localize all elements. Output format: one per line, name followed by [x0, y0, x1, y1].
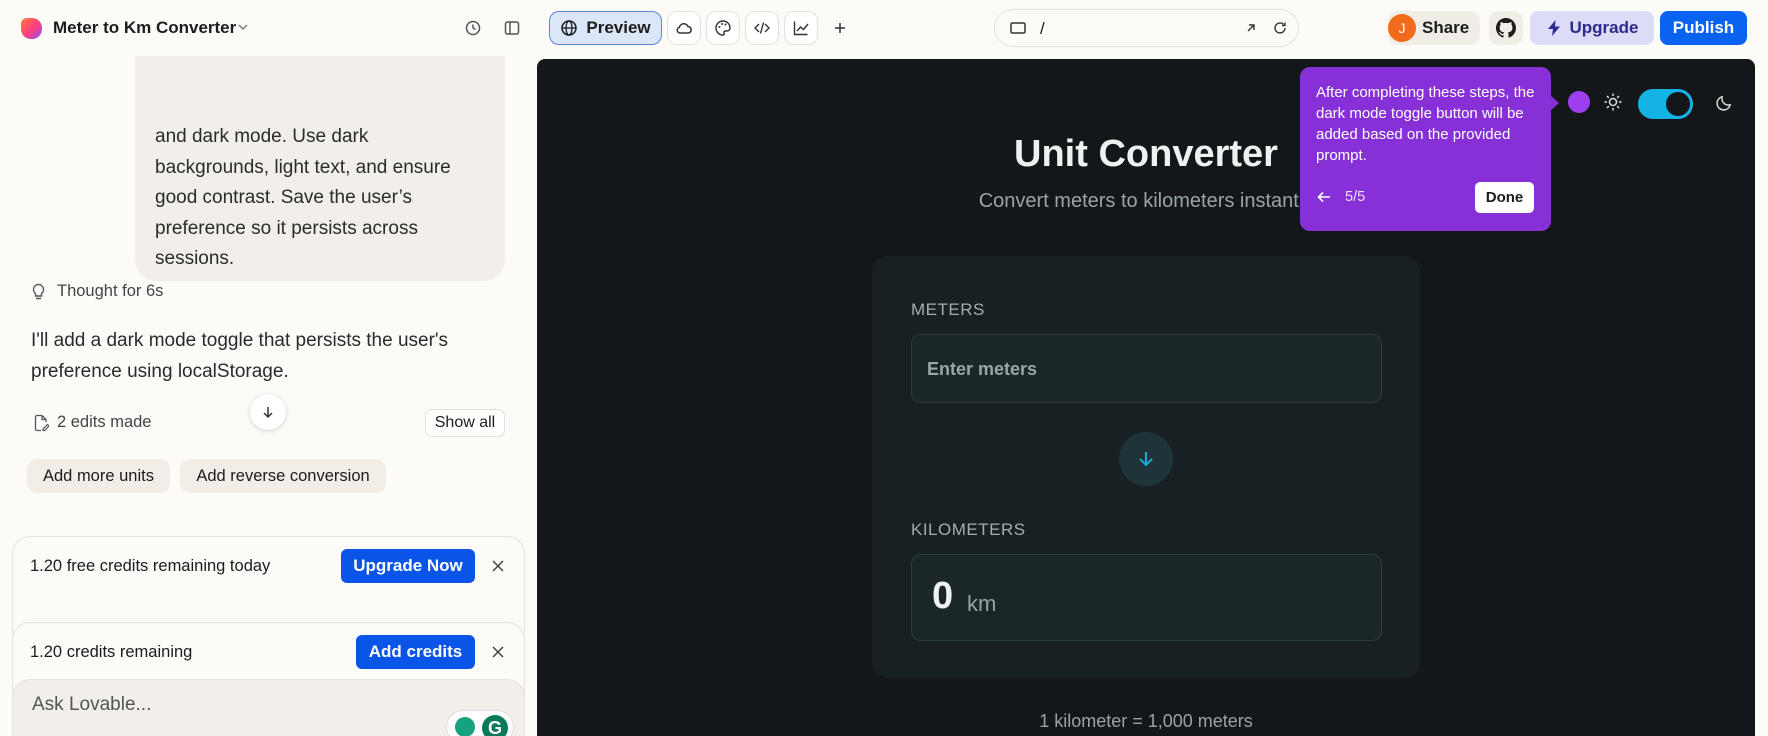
cloud-icon [676, 23, 692, 34]
thought-indicator[interactable]: Thought for 6s [30, 282, 163, 301]
code-icon [754, 22, 770, 34]
dark-mode-toggle[interactable] [1638, 89, 1693, 119]
code-button[interactable] [745, 11, 779, 45]
lightbulb-icon [32, 283, 45, 299]
chart-line-icon [793, 21, 809, 36]
tour-highlight-dot [1568, 91, 1590, 113]
url-path[interactable]: / [1040, 19, 1045, 39]
kilometers-unit: km [967, 591, 997, 616]
app-title: Unit Converter [1014, 133, 1278, 175]
chevron-down-icon[interactable] [236, 20, 250, 39]
plus-icon[interactable] [828, 16, 852, 40]
meters-input[interactable] [927, 359, 1347, 380]
arrow-down-icon [1139, 452, 1153, 467]
design-button[interactable] [706, 11, 740, 45]
device-icon[interactable] [1009, 20, 1027, 41]
edits-label: 2 edits made [57, 413, 152, 431]
convert-arrow [1119, 432, 1173, 486]
tour-tooltip-arrow [1549, 94, 1559, 112]
refresh-icon[interactable] [1272, 20, 1288, 41]
meters-field[interactable] [911, 334, 1382, 403]
edits-summary[interactable]: 2 edits made [33, 413, 151, 432]
project-title[interactable]: Meter to Km Converter [53, 18, 236, 38]
chat-pane: and dark mode. Use dark backgrounds, lig… [0, 56, 537, 736]
publish-button[interactable]: Publish [1660, 11, 1747, 45]
lightning-icon [1547, 20, 1560, 36]
upgrade-now-button[interactable]: Upgrade Now [341, 549, 475, 583]
thought-label: Thought for 6s [57, 282, 164, 300]
file-edit-icon [34, 414, 49, 431]
avatar[interactable]: J [1388, 14, 1416, 42]
kilometers-output: 0 km [911, 554, 1382, 641]
grammarly-widget[interactable]: G [446, 710, 514, 736]
preview-label: Preview [586, 18, 651, 37]
add-credits-button[interactable]: Add credits [356, 635, 475, 669]
moon-icon[interactable] [1715, 93, 1734, 117]
arrow-left-icon[interactable] [1316, 190, 1332, 209]
lovable-logo[interactable] [21, 18, 42, 39]
preview-url-bar[interactable]: / [994, 9, 1299, 47]
sidebar-toggle-icon[interactable] [500, 16, 524, 40]
user-message-text: and dark mode. Use dark backgrounds, lig… [155, 126, 451, 269]
cloud-button[interactable] [667, 11, 701, 45]
tour-step-counter: 5/5 [1345, 189, 1366, 205]
open-external-icon[interactable] [1243, 20, 1259, 41]
grammarly-icon[interactable]: G [482, 715, 508, 736]
free-credits-text: 1.20 free credits remaining today [30, 557, 271, 575]
suggestion-chip[interactable]: Add more units [27, 459, 170, 493]
analytics-button[interactable] [784, 11, 818, 45]
scroll-down-button[interactable] [250, 394, 286, 430]
grammarly-status-icon[interactable] [455, 717, 475, 736]
preview-button[interactable]: Preview [549, 11, 662, 45]
history-icon[interactable] [461, 16, 485, 40]
credits-text: 1.20 credits remaining [30, 643, 193, 661]
github-button[interactable] [1489, 11, 1523, 45]
top-bar: Meter to Km Converter Preview / J Share … [0, 0, 1768, 56]
upgrade-label: Upgrade [1569, 18, 1639, 37]
tour-tooltip: After completing these steps, the dark m… [1300, 67, 1559, 231]
suggestion-chip[interactable]: Add reverse conversion [180, 459, 386, 493]
converter-card: METERS KILOMETERS 0 km [872, 256, 1420, 678]
meters-label: METERS [911, 300, 985, 319]
globe-icon [561, 20, 578, 36]
app-subtitle: Convert meters to kilometers instantly [978, 190, 1314, 212]
close-icon[interactable] [489, 643, 507, 661]
kilometers-label: KILOMETERS [911, 520, 1026, 539]
toggle-knob [1666, 92, 1690, 116]
github-icon [1496, 18, 1516, 38]
close-icon[interactable] [489, 557, 507, 575]
assistant-reply: I'll add a dark mode toggle that persist… [31, 330, 449, 382]
upgrade-button[interactable]: Upgrade [1530, 11, 1654, 45]
share-label[interactable]: Share [1422, 18, 1469, 38]
palette-icon [715, 20, 731, 36]
conversion-note: 1 kilometer = 1,000 meters [1039, 711, 1253, 731]
tour-done-button[interactable]: Done [1475, 182, 1534, 213]
tour-text: After completing these steps, the dark m… [1316, 84, 1535, 164]
chat-input[interactable] [32, 694, 412, 716]
arrow-down-icon [263, 407, 273, 419]
preview-pane: Unit Converter Convert meters to kilomet… [537, 59, 1755, 736]
sun-icon[interactable] [1603, 92, 1623, 117]
user-message-bubble: and dark mode. Use dark backgrounds, lig… [135, 56, 505, 281]
kilometers-value: 0 [932, 575, 954, 617]
show-all-button[interactable]: Show all [425, 409, 505, 437]
